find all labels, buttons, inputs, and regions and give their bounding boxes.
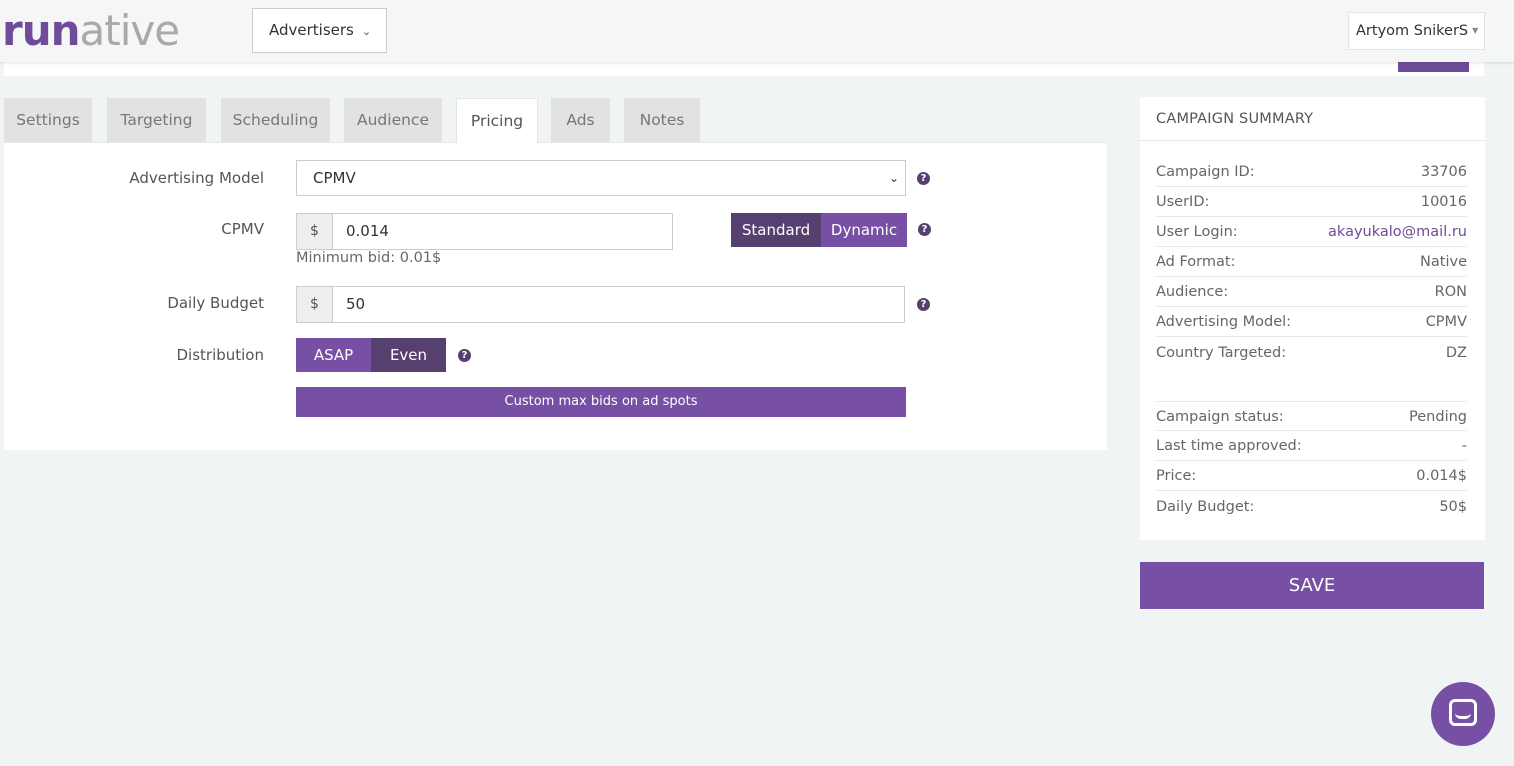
- tab-notes[interactable]: Notes: [624, 98, 700, 142]
- summary-value: Pending: [1409, 409, 1467, 425]
- bid-mode-dynamic-button[interactable]: Dynamic: [821, 213, 907, 247]
- summary-row: Advertising Model: CPMV: [1156, 307, 1467, 337]
- summary-key: Campaign ID:: [1156, 164, 1255, 180]
- summary-key: User Login:: [1156, 224, 1238, 240]
- logo-ative-text: ative: [79, 6, 181, 55]
- distribution-asap-button[interactable]: ASAP: [296, 338, 371, 372]
- summary-key: Advertising Model:: [1156, 314, 1292, 330]
- tab-audience[interactable]: Audience: [344, 98, 442, 142]
- advertisers-dropdown-label: Advertisers: [269, 21, 354, 39]
- summary-value: 33706: [1420, 164, 1467, 180]
- chat-launcher-icon[interactable]: [1431, 682, 1495, 746]
- bid-mode-standard-button[interactable]: Standard: [731, 213, 821, 247]
- minimum-bid-hint: Minimum bid: 0.01$: [296, 250, 442, 266]
- summary-value: DZ: [1445, 345, 1467, 361]
- advertising-model-select[interactable]: CPMV ⌄: [296, 160, 906, 196]
- tab-targeting[interactable]: Targeting: [107, 98, 206, 142]
- header-action-button[interactable]: [1398, 62, 1469, 72]
- campaign-summary-card: CAMPAIGN SUMMARY Campaign ID: 33706 User…: [1140, 97, 1485, 540]
- currency-addon: $: [296, 286, 333, 323]
- advertisers-dropdown[interactable]: Advertisers ⌄: [252, 8, 387, 53]
- advertising-model-label: Advertising Model: [129, 169, 264, 187]
- distribution-even-button[interactable]: Even: [371, 338, 446, 372]
- summary-key: Price:: [1156, 468, 1197, 484]
- advertising-model-value: CPMV: [313, 169, 356, 187]
- summary-key: Ad Format:: [1156, 254, 1236, 270]
- summary-value: Native: [1420, 254, 1467, 270]
- summary-value: 50$: [1439, 499, 1467, 515]
- cpmv-label: CPMV: [221, 220, 264, 238]
- chevron-down-icon: ⌄: [361, 25, 372, 38]
- tab-pricing[interactable]: Pricing: [456, 98, 538, 143]
- summary-key: Country Targeted:: [1156, 345, 1287, 361]
- summary-value: 10016: [1420, 194, 1467, 210]
- cpmv-input[interactable]: 0.014: [333, 213, 673, 250]
- summary-row: User Login: akayukalo@mail.ru: [1156, 217, 1467, 247]
- user-menu[interactable]: Artyom SnikerS ▼: [1348, 12, 1485, 50]
- summary-value: RON: [1434, 284, 1467, 300]
- summary-key: Audience:: [1156, 284, 1229, 300]
- page-title-strip: [4, 62, 1484, 76]
- custom-max-bids-button[interactable]: Custom max bids on ad spots: [296, 387, 906, 417]
- summary-key: Daily Budget:: [1156, 499, 1255, 515]
- chevron-down-icon: ⌄: [888, 171, 899, 185]
- daily-budget-label: Daily Budget: [167, 294, 264, 312]
- summary-row: Price: 0.014$: [1156, 461, 1467, 491]
- runative-logo[interactable]: runative: [2, 6, 181, 56]
- summary-row: Ad Format: Native: [1156, 247, 1467, 277]
- summary-value: CPMV: [1425, 314, 1467, 330]
- help-icon[interactable]: ?: [918, 223, 931, 236]
- distribution-label: Distribution: [176, 346, 264, 364]
- summary-row: Audience: RON: [1156, 277, 1467, 307]
- user-login-link[interactable]: akayukalo@mail.ru: [1328, 217, 1467, 247]
- help-icon[interactable]: ?: [458, 349, 471, 362]
- summary-value: 0.014$: [1416, 468, 1467, 484]
- summary-key: UserID:: [1156, 194, 1210, 210]
- logo-run-text: run: [2, 6, 81, 55]
- summary-row: UserID: 10016: [1156, 187, 1467, 217]
- summary-row: Daily Budget: 50$: [1156, 492, 1467, 522]
- summary-row: Campaign status: Pending: [1156, 401, 1467, 431]
- user-name: Artyom SnikerS: [1356, 23, 1469, 39]
- currency-addon: $: [296, 213, 333, 250]
- summary-row: Campaign ID: 33706: [1156, 157, 1467, 187]
- summary-row: Country Targeted: DZ: [1156, 338, 1467, 368]
- summary-key: Last time approved:: [1156, 438, 1302, 454]
- summary-row: Last time approved: -: [1156, 431, 1467, 461]
- tab-scheduling[interactable]: Scheduling: [221, 98, 330, 142]
- summary-key: Campaign status:: [1156, 409, 1284, 425]
- save-button[interactable]: SAVE: [1140, 562, 1484, 609]
- campaign-summary-title: CAMPAIGN SUMMARY: [1140, 97, 1485, 141]
- caret-down-icon: ▼: [1472, 26, 1479, 35]
- tab-settings[interactable]: Settings: [4, 98, 92, 142]
- help-icon[interactable]: ?: [917, 172, 930, 185]
- summary-value: -: [1461, 438, 1467, 454]
- tab-ads[interactable]: Ads: [551, 98, 610, 142]
- top-navbar: runative Advertisers ⌄ Artyom SnikerS ▼: [0, 0, 1514, 62]
- daily-budget-input[interactable]: 50: [333, 286, 905, 323]
- help-icon[interactable]: ?: [917, 298, 930, 311]
